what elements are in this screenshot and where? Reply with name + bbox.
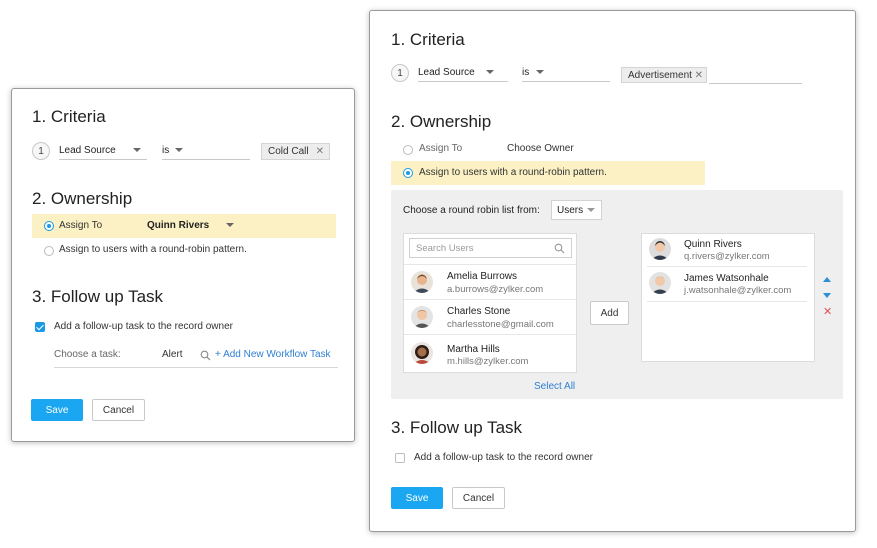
save-button[interactable]: Save: [391, 487, 443, 509]
chevron-down-icon: [175, 148, 184, 152]
round-robin-radio[interactable]: [44, 246, 54, 256]
search-placeholder: Search Users: [416, 242, 474, 254]
choose-task-label: Choose a task:: [54, 349, 121, 360]
followup-checkbox[interactable]: [35, 322, 45, 332]
criteria-value-text: Cold Call: [268, 146, 309, 157]
criteria-operator-select[interactable]: is: [522, 63, 610, 82]
add-new-workflow-task-link[interactable]: + Add New Workflow Task: [215, 349, 331, 360]
list-item[interactable]: [642, 268, 814, 302]
criteria-value-chip: Advertisement ✕: [621, 67, 707, 83]
chevron-down-icon: [486, 70, 494, 74]
round-robin-label: Assign to users with a round-robin patte…: [59, 244, 247, 255]
list-item[interactable]: [404, 265, 576, 299]
remove-icon[interactable]: ✕: [823, 305, 832, 318]
criteria-value-chip: Cold Call ✕: [261, 143, 330, 160]
round-robin-label: Assign to users with a round-robin patte…: [419, 167, 607, 178]
chevron-down-icon: [587, 208, 595, 212]
criteria-operator-value: is: [162, 144, 170, 156]
followup-checkbox-label: Add a follow-up task to the record owner: [414, 452, 593, 463]
rr-list-select[interactable]: Users: [551, 200, 602, 220]
assign-to-radio[interactable]: [44, 221, 54, 231]
criteria-field-select[interactable]: Lead Source: [418, 63, 508, 82]
ownership-heading: 2. Ownership: [391, 112, 492, 131]
search-icon[interactable]: [200, 348, 211, 361]
task-row-underline: [54, 367, 338, 368]
close-icon[interactable]: ✕: [316, 146, 324, 157]
rr-list-value: Users: [557, 204, 584, 216]
choose-owner-select[interactable]: Choose Owner: [507, 143, 574, 154]
assign-to-label: Assign To: [419, 143, 463, 154]
move-up-icon[interactable]: [823, 277, 831, 282]
close-icon[interactable]: ✕: [695, 70, 703, 81]
list-divider: [647, 266, 807, 267]
list-item[interactable]: [404, 335, 576, 372]
chevron-down-icon: [226, 223, 235, 228]
move-down-icon[interactable]: [823, 293, 831, 298]
assign-to-radio[interactable]: [403, 145, 413, 155]
select-all-link[interactable]: Select All: [534, 381, 575, 392]
ownership-heading: 2. Ownership: [32, 189, 133, 208]
round-robin-radio[interactable]: [403, 168, 413, 178]
save-button[interactable]: Save: [31, 399, 83, 421]
assign-to-owner-select[interactable]: Quinn Rivers: [147, 220, 235, 231]
criteria-operator-select[interactable]: is: [162, 141, 250, 160]
right-workflow-panel: 1. Criteria 1 Lead Source is Advertiseme…: [369, 10, 856, 532]
criteria-value-input-underline: [709, 83, 802, 84]
list-item[interactable]: [642, 234, 814, 266]
search-users-input[interactable]: Search Users: [409, 238, 572, 258]
left-workflow-panel: 1. Criteria 1 Lead Source is Cold Call ✕…: [11, 88, 355, 442]
cancel-button[interactable]: Cancel: [92, 399, 145, 421]
list-item[interactable]: [404, 300, 576, 334]
assign-to-owner-value: Quinn Rivers: [147, 220, 210, 231]
criteria-step-number: 1: [32, 142, 50, 160]
followup-heading: 3. Follow up Task: [391, 418, 523, 437]
chevron-down-icon: [133, 148, 141, 152]
task-value[interactable]: Alert: [162, 349, 183, 360]
assign-to-label: Assign To: [59, 220, 103, 231]
chevron-down-icon: [536, 70, 545, 74]
criteria-operator-value: is: [522, 66, 530, 78]
criteria-value-text: Advertisement: [628, 69, 692, 81]
followup-checkbox-label: Add a follow-up task to the record owner: [54, 321, 233, 332]
criteria-step-number: 1: [391, 64, 409, 82]
search-icon: [554, 243, 565, 253]
followup-heading: 3. Follow up Task: [32, 287, 164, 306]
criteria-field-value: Lead Source: [59, 144, 116, 156]
criteria-heading: 1. Criteria: [391, 30, 465, 49]
cancel-button[interactable]: Cancel: [452, 487, 505, 509]
rr-list-label: Choose a round robin list from:: [403, 205, 540, 216]
criteria-heading: 1. Criteria: [32, 107, 106, 126]
criteria-field-select[interactable]: Lead Source: [59, 141, 147, 160]
criteria-field-value: Lead Source: [418, 66, 475, 78]
list-divider: [647, 301, 807, 302]
add-button[interactable]: Add: [590, 301, 629, 325]
followup-checkbox[interactable]: [395, 453, 405, 463]
